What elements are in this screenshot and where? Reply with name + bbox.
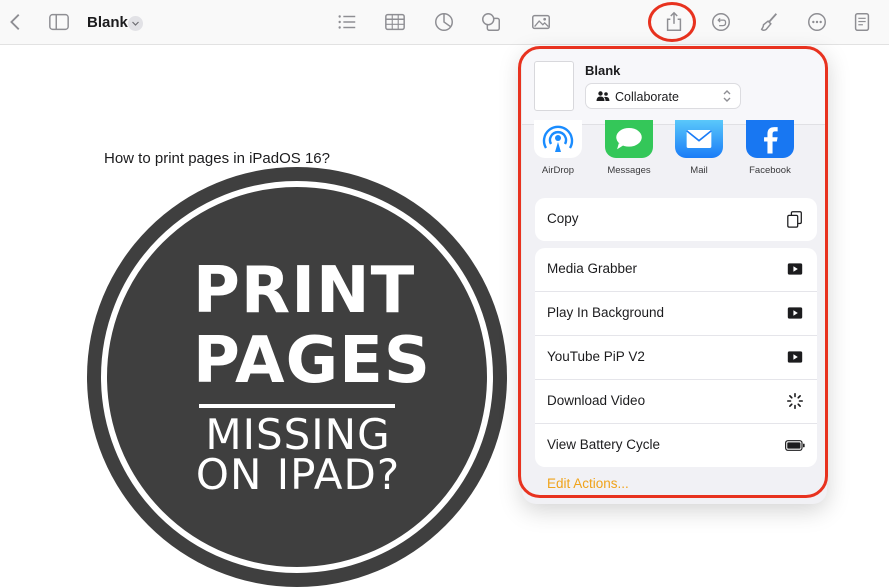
top-toolbar: Blank: [0, 0, 889, 45]
graphic-line-1: PRINT: [193, 254, 416, 328]
media-icon[interactable]: [529, 10, 553, 34]
graphic-line-4: ON IPAD?: [195, 450, 401, 499]
graphic-divider: [199, 404, 395, 408]
sidebar-icon[interactable]: [47, 10, 71, 34]
chart-icon[interactable]: [432, 10, 456, 34]
chevron-down-icon[interactable]: [128, 16, 143, 31]
list-icon[interactable]: [335, 10, 359, 34]
more-icon[interactable]: [805, 10, 829, 34]
brush-icon[interactable]: [757, 10, 781, 34]
document-title[interactable]: Blank: [87, 14, 128, 31]
share-sheet-highlight: [518, 46, 828, 498]
chevron-left-icon[interactable]: [4, 10, 28, 34]
table-icon[interactable]: [383, 10, 407, 34]
graphic-line-2: PAGES: [193, 324, 431, 398]
canvas-caption: How to print pages in iPadOS 16?: [104, 150, 330, 167]
document-icon[interactable]: [850, 10, 874, 34]
shape-icon[interactable]: [479, 10, 503, 34]
share-button-highlight: [648, 2, 696, 42]
undo-icon[interactable]: [709, 10, 733, 34]
